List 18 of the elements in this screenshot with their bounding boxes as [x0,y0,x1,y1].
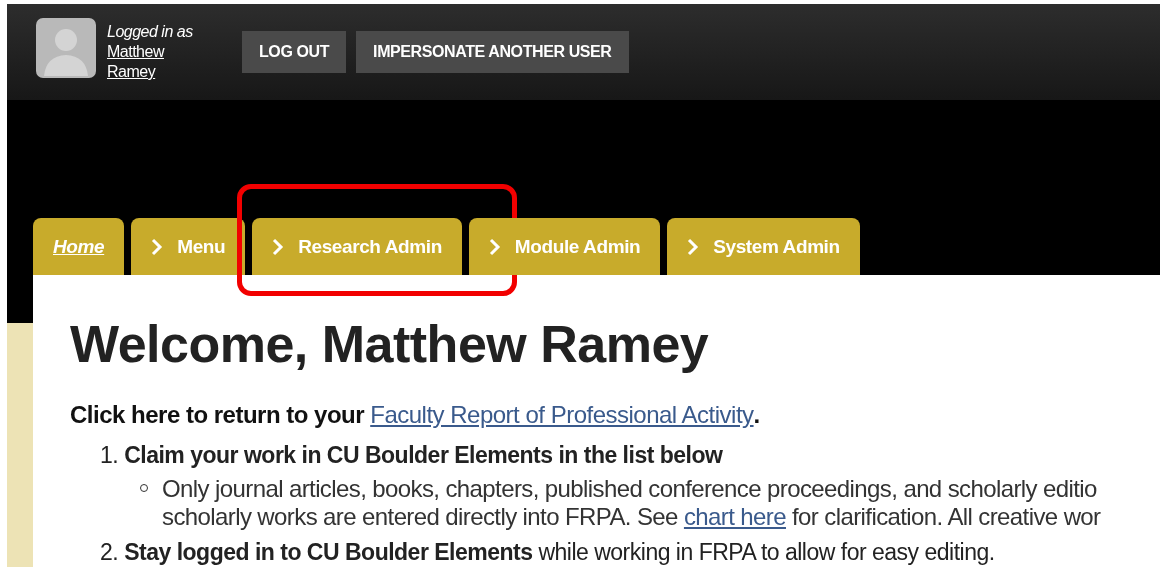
avatar-icon [36,18,96,78]
chevron-icon [272,237,285,256]
list-number: 1. [100,441,119,469]
logged-in-label: Logged in as [107,22,194,42]
text-link[interactable]: chart here [683,503,786,530]
chevron-icon [151,237,164,256]
chevron-icon [687,237,700,256]
intro-text: Click here to return to your Faculty Report of Professional Activity. [70,401,761,429]
user-name-link[interactable]: Matthew Ramey [107,42,164,82]
page-heading: Welcome, Matthew Ramey [70,315,710,373]
step-text: Stay logged in to CU Boulder Elements while working in FRPA to allow for easy editing. [124,538,995,566]
chevron-icon [488,237,501,256]
bullet-text: Only journal articles, books, chapters, published conference proceedings, and scholarly editio scholarly works are entered directly into FRPA. See chart here for clarification. All creative wor [162,475,1101,531]
text-link[interactable]: Faculty Report of Professional Activity [370,401,754,428]
list-number: 2. [100,538,119,566]
logout-button[interactable]: LOG OUT [242,31,347,73]
impersonate-button[interactable]: IMPERSONATE ANOTHER USER [356,31,629,73]
step-text: Claim your work in CU Boulder Elements in the list below [124,441,723,469]
